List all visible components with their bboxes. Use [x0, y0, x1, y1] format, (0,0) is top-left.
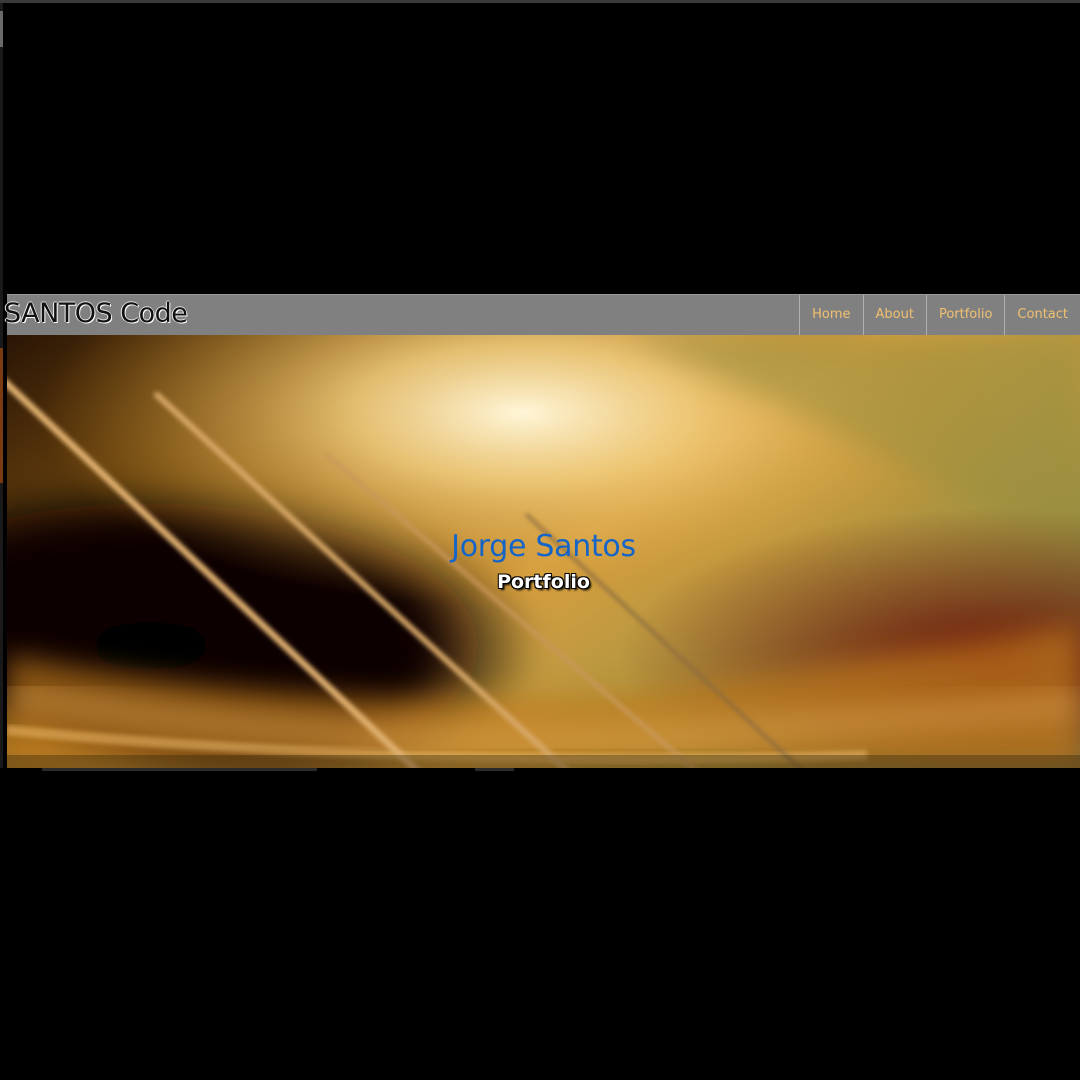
window-left-edge	[0, 3, 3, 768]
hero-subtitle: Portfolio	[497, 571, 590, 593]
hero-text: Jorge Santos Portfolio	[7, 527, 1080, 595]
divider	[475, 768, 514, 771]
window-top-edge	[0, 0, 1080, 3]
hero-banner: Jorge Santos Portfolio	[7, 335, 1080, 768]
nav-link-contact[interactable]: Contact	[1004, 295, 1080, 335]
divider	[42, 768, 317, 771]
page: SANTOS Code Home About Portfolio Contact	[0, 0, 1080, 1080]
nav-link-home[interactable]: Home	[799, 295, 862, 335]
nav-link-portfolio[interactable]: Portfolio	[925, 295, 1004, 335]
brand-logo[interactable]: SANTOS Code	[4, 295, 188, 335]
hero-title: Jorge Santos	[451, 529, 636, 564]
edge-image-strip	[0, 348, 3, 483]
scroll-notch	[0, 11, 3, 47]
navbar: SANTOS Code Home About Portfolio Contact	[4, 294, 1080, 335]
nav-links: Home About Portfolio Contact	[799, 295, 1080, 335]
nav-link-about[interactable]: About	[862, 295, 926, 335]
